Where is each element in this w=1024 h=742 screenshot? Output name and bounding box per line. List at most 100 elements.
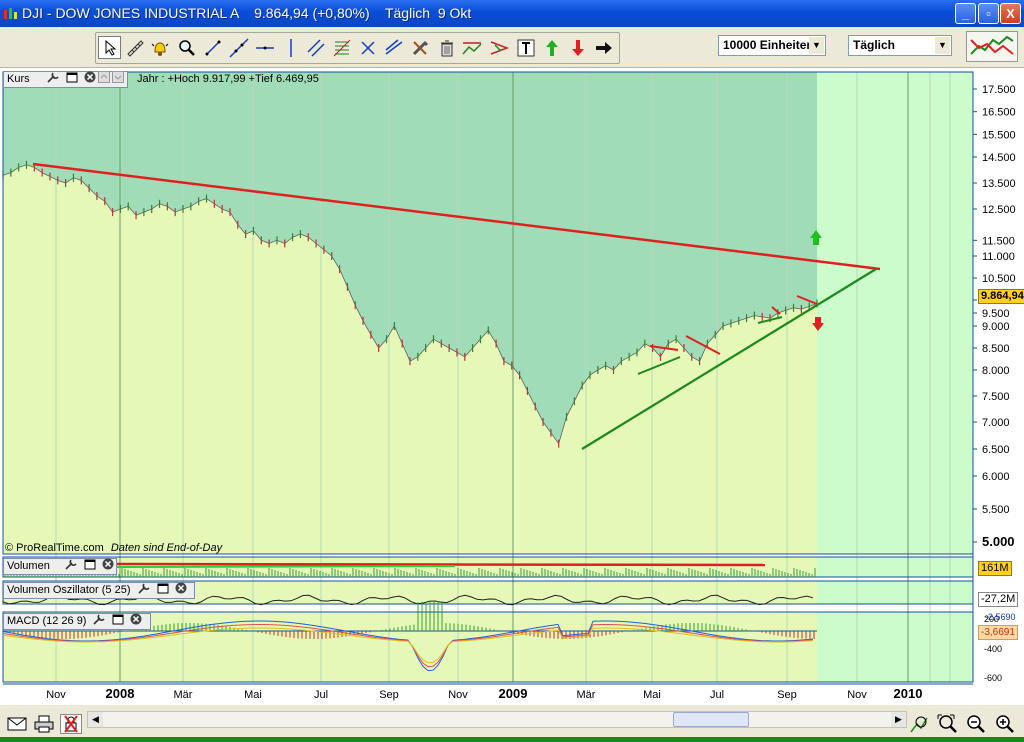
units-select[interactable]: 10000 Einheiten ▼ bbox=[718, 35, 826, 56]
wrench-icon[interactable] bbox=[64, 558, 78, 575]
macd-panel-label: MACD (12 26 9) bbox=[3, 613, 151, 630]
y-tick-label: 11.500 bbox=[982, 235, 1015, 247]
minimize-button[interactable]: _ bbox=[955, 3, 976, 24]
x-tick-label: Jul bbox=[314, 689, 328, 701]
y-tick-label: 6.500 bbox=[982, 444, 1010, 456]
forward-arrow-icon[interactable] bbox=[592, 36, 615, 59]
text-icon[interactable] bbox=[514, 36, 537, 59]
macd-value-badge: -3,6691 bbox=[978, 625, 1018, 640]
window-icon[interactable] bbox=[112, 614, 124, 630]
window-icon[interactable] bbox=[66, 72, 78, 88]
x-tick-label: Mär bbox=[577, 689, 596, 701]
vo-panel-label: Volumen Oszillator (5 25) bbox=[3, 582, 195, 599]
x-tick-label: Nov bbox=[46, 689, 66, 701]
units-select-label: 10000 Einheiten bbox=[723, 38, 814, 52]
scroll-thumb[interactable] bbox=[673, 712, 749, 727]
y-tick-label: 10.500 bbox=[982, 273, 1016, 285]
tools-icon[interactable] bbox=[408, 36, 431, 59]
parallel-lines-icon[interactable] bbox=[304, 36, 327, 59]
window-icon[interactable] bbox=[84, 559, 96, 575]
volume-short-line bbox=[116, 565, 456, 568]
fibonacci-icon[interactable] bbox=[330, 36, 353, 59]
y-tick-label: 8.500 bbox=[982, 343, 1010, 355]
move-up-icon[interactable] bbox=[97, 71, 110, 88]
print-icon[interactable] bbox=[33, 714, 55, 734]
zoom-out-icon[interactable] bbox=[965, 714, 987, 734]
extended-line-icon[interactable] bbox=[227, 36, 250, 59]
ruler-icon[interactable] bbox=[123, 36, 146, 59]
vo-panel-title: Volumen Oszillator (5 25) bbox=[7, 584, 131, 596]
copyright-text: © ProRealTime.com bbox=[5, 542, 104, 554]
volume-panel-label: Volumen bbox=[3, 558, 117, 575]
price-panel-label: Kurs bbox=[3, 71, 128, 88]
alarm-icon[interactable] bbox=[148, 36, 171, 59]
pointer-icon[interactable] bbox=[98, 36, 121, 59]
buy-arrow-icon[interactable] bbox=[540, 36, 563, 59]
window-title: DJI - DOW JONES INDUSTRIAL A 9.864,94 (+… bbox=[22, 5, 472, 21]
y-tick-label: 7.000 bbox=[982, 417, 1010, 429]
vo-value-badge: -27,2M bbox=[978, 592, 1019, 607]
close-icon[interactable] bbox=[175, 582, 187, 599]
channel-icon[interactable] bbox=[460, 36, 483, 59]
scroll-left-icon[interactable]: ◀ bbox=[88, 712, 103, 727]
x-tick-label: Sep bbox=[777, 689, 797, 701]
y-tick-label: 15.500 bbox=[982, 129, 1016, 141]
zoom-icon[interactable] bbox=[175, 36, 198, 59]
scroll-right-icon[interactable]: ▶ bbox=[891, 712, 906, 727]
zoom-in-icon[interactable] bbox=[994, 714, 1016, 734]
x-tick-label: 2009 bbox=[499, 686, 528, 701]
chart-area[interactable]: 17.500 16.500 15.500 14.500 13.500 12.500 11.5… bbox=[0, 68, 1024, 705]
chart-settings-icon[interactable] bbox=[966, 31, 1018, 62]
x-tick-label: Mär bbox=[174, 689, 193, 701]
maximize-button[interactable]: ▫ bbox=[978, 3, 999, 24]
triangle-icon[interactable] bbox=[487, 36, 510, 59]
volume-panel-title: Volumen bbox=[7, 560, 50, 572]
x-tick-label: Mai bbox=[244, 689, 262, 701]
chevron-down-icon: ▼ bbox=[935, 37, 950, 54]
close-icon[interactable] bbox=[84, 71, 96, 88]
wrench-icon[interactable] bbox=[137, 582, 151, 599]
y-tick-label: 5.500 bbox=[982, 504, 1010, 516]
x-tick-label: 2010 bbox=[894, 686, 923, 701]
y-tick-label: 16.500 bbox=[982, 107, 1016, 119]
price-panel-info: Jahr : +Hoch 9.917,99 +Tief 6.469,95 bbox=[137, 73, 319, 85]
trendline-icon[interactable] bbox=[382, 36, 405, 59]
cross-icon[interactable] bbox=[356, 36, 379, 59]
macd-tick-label: -600 bbox=[984, 673, 1002, 683]
wrench-icon[interactable] bbox=[92, 613, 106, 630]
period-select-label: Täglich bbox=[853, 38, 896, 52]
drawing-tools bbox=[95, 32, 620, 64]
close-icon[interactable] bbox=[102, 558, 114, 575]
close-button[interactable]: X bbox=[1000, 3, 1021, 24]
zoom-range-icon[interactable] bbox=[908, 714, 930, 734]
lock-icon[interactable] bbox=[60, 714, 82, 734]
chevron-down-icon: ▼ bbox=[809, 37, 824, 54]
y-tick-label: 5.000 bbox=[982, 534, 1015, 549]
y-tick-label: 12.500 bbox=[982, 204, 1016, 216]
y-tick-label: 11.000 bbox=[982, 251, 1015, 263]
taskbar-edge bbox=[0, 737, 1024, 742]
mail-icon[interactable] bbox=[6, 714, 28, 734]
y-tick-label: 8.000 bbox=[982, 365, 1010, 377]
window-icon[interactable] bbox=[157, 583, 169, 599]
horizontal-scrollbar[interactable]: ◀ ▶ bbox=[87, 711, 907, 728]
copyright: © ProRealTime.com Daten sind End-of-Day bbox=[5, 542, 222, 554]
app-icon bbox=[4, 8, 17, 19]
volume-value-badge: 161M bbox=[978, 561, 1012, 576]
zoom-fit-icon[interactable] bbox=[937, 714, 959, 734]
vertical-line-icon[interactable] bbox=[279, 36, 302, 59]
macd-signal-value: -2,5690 bbox=[985, 612, 1016, 622]
x-tick-label: Nov bbox=[847, 689, 867, 701]
trash-icon[interactable] bbox=[435, 36, 458, 59]
macd-panel-title: MACD (12 26 9) bbox=[7, 615, 87, 627]
eod-note: Daten sind End-of-Day bbox=[110, 542, 223, 554]
move-down-icon[interactable] bbox=[111, 71, 124, 88]
period-select[interactable]: Täglich ▼ bbox=[848, 35, 952, 56]
x-tick-label: Nov bbox=[448, 689, 468, 701]
sell-arrow-icon[interactable] bbox=[566, 36, 589, 59]
line-icon[interactable] bbox=[201, 36, 224, 59]
wrench-icon[interactable] bbox=[46, 71, 60, 88]
close-icon[interactable] bbox=[130, 613, 142, 630]
horizontal-line-icon[interactable] bbox=[253, 36, 276, 59]
macd-tick-label: -400 bbox=[984, 644, 1002, 654]
